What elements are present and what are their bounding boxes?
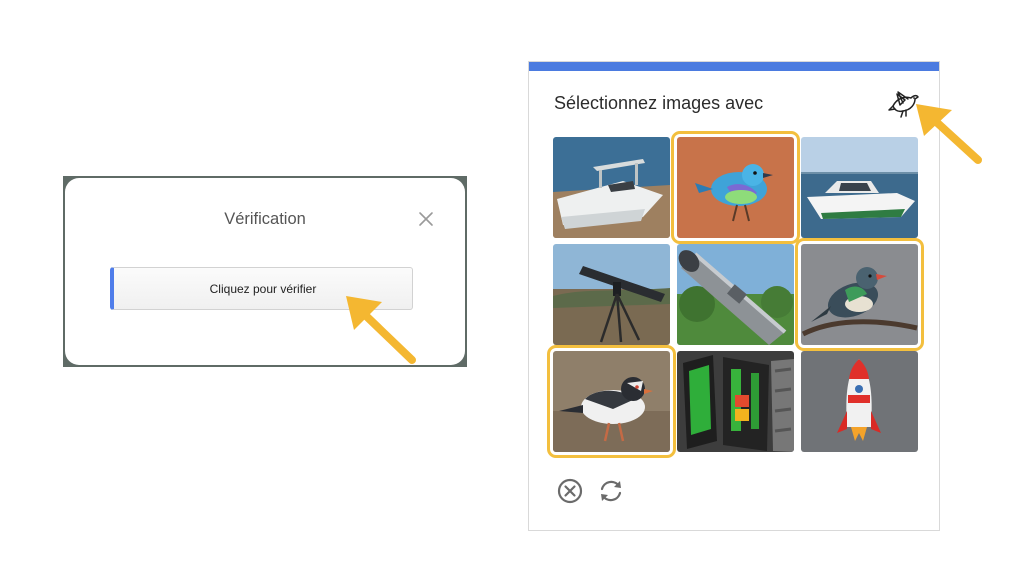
boat-image <box>553 137 670 238</box>
captcha-instruction: Sélectionnez images avec <box>554 93 764 113</box>
annotation-arrow-icon <box>346 296 416 364</box>
verification-title: Vérification <box>224 210 306 228</box>
captcha-tile-bird[interactable] <box>671 131 800 244</box>
traffic-light-image <box>677 351 794 452</box>
bird-image <box>677 137 794 238</box>
captcha-tile-telescope[interactable] <box>553 244 670 345</box>
captcha-tile-bird[interactable] <box>547 345 676 458</box>
captcha-panel: Sélectionnez images avec <box>528 61 940 531</box>
close-icon[interactable] <box>417 210 435 228</box>
rocket-image <box>801 351 918 452</box>
captcha-tile-bird[interactable] <box>795 238 924 351</box>
captcha-tile-boat[interactable] <box>801 137 918 238</box>
bird-image <box>553 351 670 452</box>
close-circle-icon[interactable] <box>556 477 584 505</box>
refresh-icon[interactable] <box>597 477 625 505</box>
captcha-image-grid <box>547 131 924 458</box>
verify-button-label: Cliquez pour vérifier <box>209 281 317 296</box>
telescope-image <box>553 244 670 345</box>
captcha-tile-boat[interactable] <box>553 137 670 238</box>
boat-image <box>801 137 918 238</box>
captcha-tile-traffic-light[interactable] <box>677 351 794 452</box>
telescope-image <box>677 244 794 345</box>
bird-image <box>801 244 918 345</box>
captcha-accent-bar <box>529 62 939 71</box>
annotation-arrow-icon <box>916 104 982 164</box>
captcha-tile-rocket[interactable] <box>801 351 918 452</box>
captcha-tile-telescope[interactable] <box>677 244 794 345</box>
